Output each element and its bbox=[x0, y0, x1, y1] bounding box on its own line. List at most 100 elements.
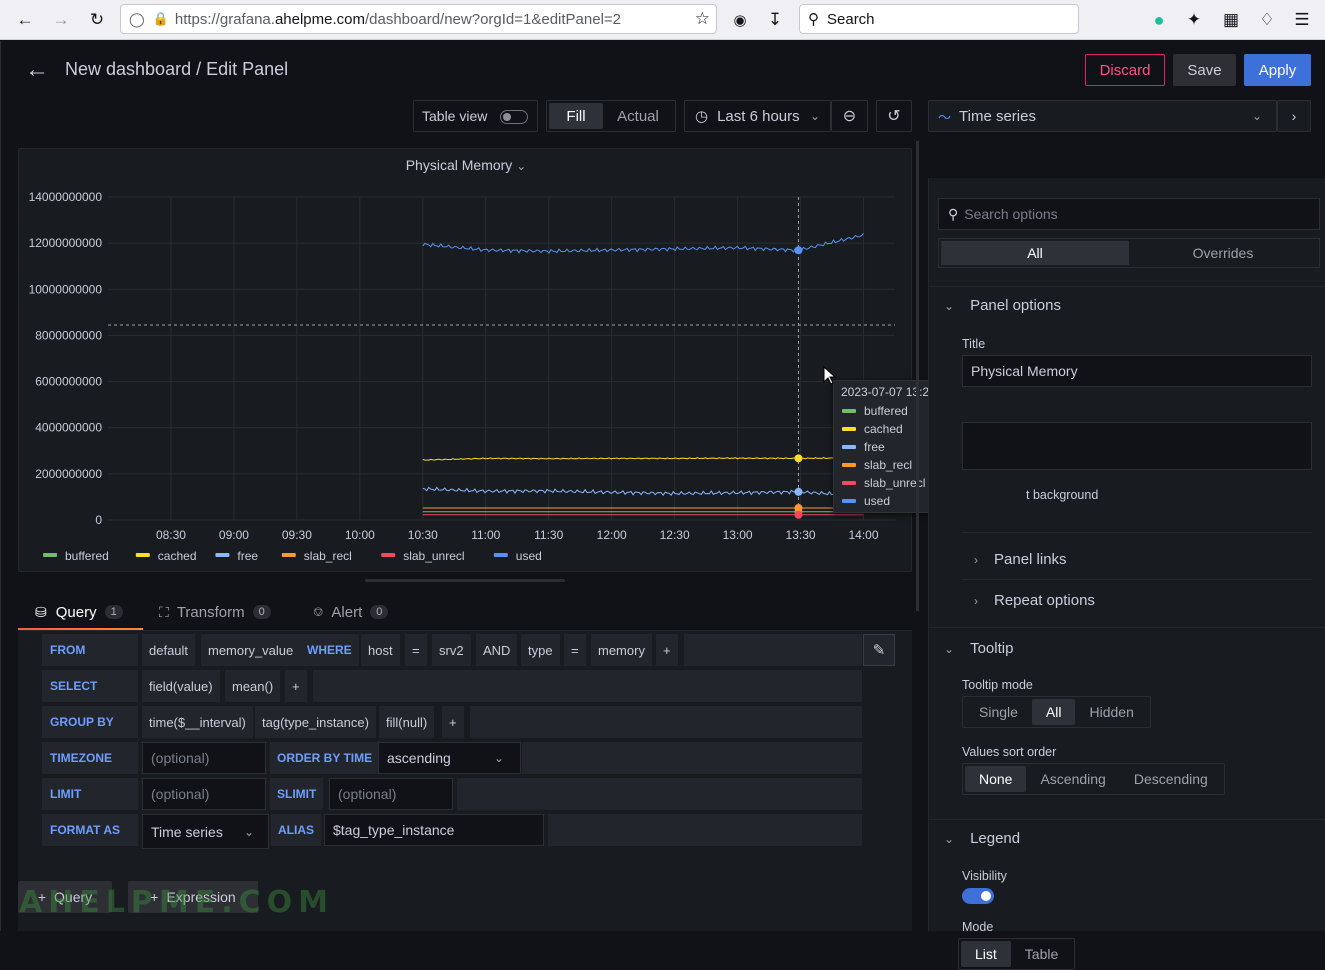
from-database[interactable]: default bbox=[142, 634, 196, 666]
visualization-label: Time series bbox=[959, 107, 1036, 125]
limit-row-fill bbox=[457, 778, 862, 810]
zoom-out-icon[interactable]: ⊖ bbox=[831, 100, 868, 132]
sort-descending[interactable]: Descending bbox=[1120, 766, 1222, 792]
where-add-button[interactable]: + bbox=[656, 634, 678, 666]
time-range-picker[interactable]: ◷ Last 6 hours ⌄ bbox=[684, 100, 831, 132]
from-measurement[interactable]: memory_value bbox=[201, 634, 301, 666]
sort-none[interactable]: None bbox=[965, 766, 1027, 792]
select-mean[interactable]: mean() bbox=[225, 670, 281, 702]
search-icon: ⚲ bbox=[948, 205, 959, 222]
discard-button[interactable]: Discard bbox=[1085, 54, 1165, 86]
fill-actual-group: Fill Actual bbox=[546, 100, 676, 132]
tab-overrides[interactable]: Overrides bbox=[1129, 241, 1317, 265]
tooltip-swatch bbox=[842, 409, 856, 413]
panel-options-header[interactable]: ⌄ Panel options bbox=[944, 297, 1061, 314]
actual-option[interactable]: Actual bbox=[603, 103, 673, 129]
grammarly-icon[interactable]: ● bbox=[1147, 8, 1171, 32]
table-view-toggle[interactable]: Table view bbox=[413, 100, 538, 132]
where-label: WHERE bbox=[300, 634, 359, 666]
watermark: AHELPME.COM bbox=[19, 885, 335, 920]
tab-alert[interactable]: ⎊ Alert 0 bbox=[313, 600, 389, 624]
legend-item-free[interactable]: free bbox=[237, 549, 258, 563]
apply-button[interactable]: Apply bbox=[1244, 54, 1311, 86]
format-as-select[interactable]: Time series ⌄ bbox=[142, 814, 269, 849]
vertical-splitter[interactable] bbox=[916, 141, 919, 611]
where-value-memory[interactable]: memory bbox=[591, 634, 652, 666]
legend-mode-table[interactable]: Table bbox=[1011, 941, 1072, 967]
group-by-time[interactable]: time($__interval) bbox=[142, 706, 253, 738]
x-tick-label: 09:00 bbox=[219, 528, 249, 542]
legend-item-cached[interactable]: cached bbox=[158, 549, 197, 563]
pencil-icon[interactable]: ✎ bbox=[863, 634, 895, 666]
order-by-select[interactable]: ascending ⌄ bbox=[378, 742, 521, 774]
tooltip-mode-all[interactable]: All bbox=[1031, 699, 1076, 725]
select-label: SELECT bbox=[42, 670, 138, 702]
time-series-chart[interactable]: 14000000000 12000000000 10000000000 8000000… bbox=[19, 149, 913, 573]
tab-all[interactable]: All bbox=[941, 241, 1129, 265]
timezone-input[interactable]: (optional) bbox=[142, 742, 266, 774]
legend-swatch-used bbox=[493, 553, 508, 557]
tooltip-mode-hidden[interactable]: Hidden bbox=[1075, 699, 1147, 725]
database-icon: ⛁ bbox=[35, 603, 47, 620]
fill-option[interactable]: Fill bbox=[549, 103, 603, 129]
download-icon[interactable]: ↧ bbox=[763, 8, 787, 32]
legend-mode-list[interactable]: List bbox=[961, 941, 1011, 967]
legend-visibility-switch[interactable] bbox=[962, 888, 994, 904]
puzzle-icon[interactable]: ♢ bbox=[1255, 8, 1279, 32]
select-add-button[interactable]: + bbox=[285, 670, 307, 702]
legend-header[interactable]: ⌄ Legend bbox=[944, 830, 1020, 847]
description-textarea[interactable] bbox=[962, 422, 1312, 470]
timezone-row-fill bbox=[522, 742, 862, 774]
collapse-options-icon[interactable]: › bbox=[1277, 100, 1311, 132]
x-tick-label: 12:30 bbox=[660, 528, 690, 542]
legend-item-slab_unrecl[interactable]: slab_unrecl bbox=[403, 549, 464, 563]
url-bar[interactable]: ◯ 🔒 https://grafana. ahelpme.com/dashboar… bbox=[120, 4, 717, 34]
bookmark-star-icon[interactable]: ☆ bbox=[695, 9, 710, 29]
url-path: /dashboard/new?orgId=1&editPanel=2 bbox=[364, 10, 622, 28]
sort-ascending[interactable]: Ascending bbox=[1026, 766, 1119, 792]
screenshot-icon[interactable]: ▦ bbox=[1219, 8, 1243, 32]
panel-links-header[interactable]: › Panel links bbox=[974, 551, 1067, 568]
table-view-switch[interactable] bbox=[500, 110, 528, 124]
tab-query[interactable]: ⛁ Query 1 bbox=[35, 600, 123, 624]
legend-item-buffered[interactable]: buffered bbox=[65, 549, 109, 563]
tab-transform[interactable]: ⛶ Transform 0 bbox=[159, 600, 271, 624]
browser-search-input[interactable]: ⚲ Search bbox=[799, 4, 1079, 34]
legend-item-slab_recl[interactable]: slab_recl bbox=[304, 549, 352, 563]
group-by-tag[interactable]: tag(type_instance) bbox=[255, 706, 376, 738]
tooltip-header[interactable]: ⌄ Tooltip bbox=[944, 640, 1013, 657]
alias-input[interactable]: $tag_type_instance bbox=[324, 814, 544, 846]
where-and[interactable]: AND bbox=[476, 634, 518, 666]
search-options-input[interactable]: ⚲ Search options bbox=[938, 198, 1320, 230]
tooltip-mode-single[interactable]: Single bbox=[965, 699, 1032, 725]
menu-icon[interactable]: ☰ bbox=[1290, 8, 1314, 32]
forward-icon[interactable]: → bbox=[49, 8, 73, 32]
y-tick-label: 12000000000 bbox=[29, 236, 103, 250]
where-operator-2[interactable]: = bbox=[564, 634, 586, 666]
where-value-srv2[interactable]: srv2 bbox=[432, 634, 471, 666]
reload-icon[interactable]: ↻ bbox=[85, 8, 109, 32]
group-by-add-button[interactable]: + bbox=[442, 706, 464, 738]
where-tag-host[interactable]: host bbox=[361, 634, 400, 666]
where-tag-type[interactable]: type bbox=[521, 634, 560, 666]
refresh-icon[interactable]: ↺ bbox=[876, 100, 912, 132]
save-button[interactable]: Save bbox=[1173, 54, 1236, 86]
panel-preview: Physical Memory ⌄ 14000000000 12000000000… bbox=[18, 148, 912, 572]
group-by-fill[interactable]: fill(null) bbox=[379, 706, 435, 738]
select-field[interactable]: field(value) bbox=[142, 670, 220, 702]
where-operator-1[interactable]: = bbox=[405, 634, 427, 666]
visualization-picker[interactable]: 〜 Time series ⌄ bbox=[928, 100, 1277, 132]
repeat-options-header[interactable]: › Repeat options bbox=[974, 592, 1095, 609]
resize-handle[interactable] bbox=[365, 579, 565, 582]
tooltip-row: buffered359251968 bbox=[842, 402, 1009, 420]
title-input[interactable]: Physical Memory bbox=[962, 355, 1312, 387]
legend-item-used[interactable]: used bbox=[516, 549, 542, 563]
back-arrow-icon[interactable]: ← bbox=[25, 56, 49, 84]
slimit-input[interactable]: (optional) bbox=[329, 778, 453, 810]
time-series-icon: 〜 bbox=[938, 109, 952, 125]
extension-icon[interactable]: ✦ bbox=[1182, 8, 1206, 32]
back-icon[interactable]: ← bbox=[13, 8, 37, 32]
limit-input[interactable]: (optional) bbox=[142, 778, 266, 810]
clock-icon: ◷ bbox=[695, 108, 709, 125]
pocket-icon[interactable]: ◉ bbox=[728, 8, 752, 32]
